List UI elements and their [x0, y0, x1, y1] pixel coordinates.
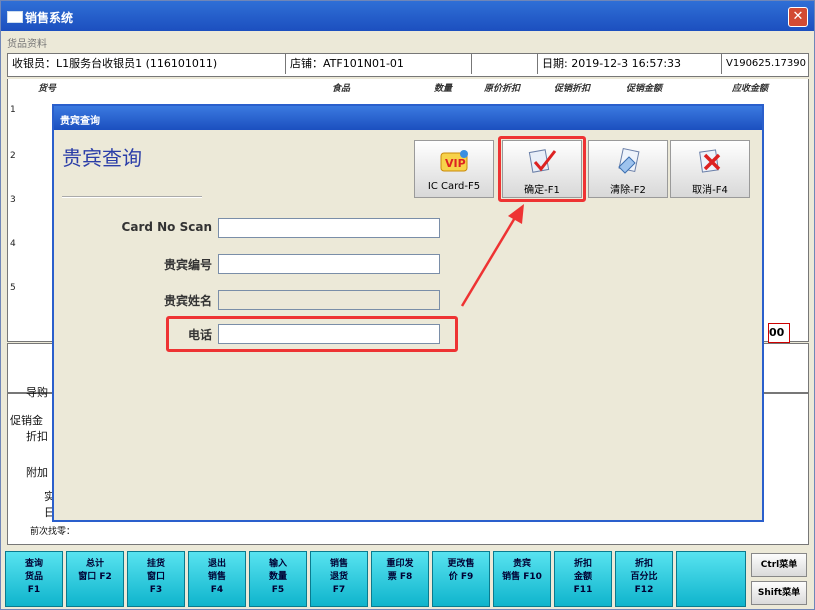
ic-card-button[interactable]: VIP IC Card-F5 [414, 140, 494, 198]
vip-number-input[interactable] [218, 254, 440, 274]
fkey-label: 退货 [329, 572, 348, 582]
fkey-label: 窗口 F2 [78, 572, 112, 582]
fkey-vip-sale[interactable]: 贵宾 销售 F10 [493, 551, 551, 607]
fkey-label: 贵宾 [512, 559, 531, 569]
fkey-label: F7 [332, 585, 346, 595]
fkey-sales-return[interactable]: 销售 退货 F7 [310, 551, 368, 607]
clear-button-label: 清除-F2 [610, 185, 646, 196]
fkey-label: 百分比 [630, 572, 658, 582]
fkey-exit-sale[interactable]: 退出 销售 F4 [188, 551, 246, 607]
info-bar: 收银员：L1服务台收银员1 (116101011) 店铺：ATF101N01-0… [7, 53, 809, 77]
vip-number-label: 贵宾编号 [163, 258, 212, 272]
row-number: 4 [10, 239, 16, 249]
eraser-icon [618, 147, 640, 174]
amount-display: 00 [768, 323, 790, 343]
clear-button[interactable]: 清除-F2 [588, 140, 668, 198]
window-title: 销售系统 [25, 11, 74, 25]
col-qty: 数量 [434, 84, 453, 94]
fkey-label: 挂货 [146, 559, 165, 569]
vip-query-dialog: 贵宾查询 贵宾查询 VIP IC Card-F5 确定-F1 清除-F2 取消-… [52, 104, 764, 522]
fkey-label: F1 [27, 585, 41, 595]
fkey-enter-qty[interactable]: 输入 数量 F5 [249, 551, 307, 607]
vip-name-input [218, 290, 440, 310]
fkey-label: 窗口 [146, 572, 165, 582]
last-change-label: 前次找零： [30, 527, 76, 537]
fkey-blank[interactable] [676, 551, 746, 607]
fkey-label: 更改售 [447, 559, 475, 569]
col-goods: 食品 [332, 84, 351, 94]
card-no-label: Card No Scan [121, 220, 212, 234]
row-number: 3 [10, 195, 16, 205]
dialog-title-bar: 贵宾查询 [54, 106, 762, 130]
fkey-label: 数量 [268, 572, 287, 582]
fkey-total-window[interactable]: 总计 窗口 F2 [66, 551, 124, 607]
col-item-no: 货号 [38, 84, 57, 94]
fkey-label: 票 F8 [387, 572, 413, 582]
fkey-label: 金额 [573, 572, 592, 582]
fkey-label: 销售 F10 [502, 572, 542, 582]
close-button[interactable]: ✕ [788, 7, 808, 27]
column-header: 货号 食品 数量 原价折扣 促销折扣 促销金额 应收金额 [7, 79, 809, 95]
fkey-label: 退出 [207, 559, 226, 569]
col-promo-amount: 促销金额 [626, 84, 663, 94]
cashier-info: 收银员：L1服务台收银员1 (116101011) [8, 54, 286, 74]
fkey-label: 输入 [268, 559, 287, 569]
dialog-heading: 贵宾查询 [62, 146, 142, 170]
fkey-change-price[interactable]: 更改售 价 F9 [432, 551, 490, 607]
confirm-highlight-box [498, 136, 586, 202]
function-key-bar: 查询 货品 F1 总计 窗口 F2 挂货 窗口 F3 退出 销售 F4 输入 数… [5, 551, 811, 607]
row-number: 2 [10, 151, 16, 161]
fkey-discount-amount[interactable]: 折扣 金额 F11 [554, 551, 612, 607]
menu-item-goods[interactable]: 货品资料 [7, 35, 47, 50]
cancel-button-label: 取消-F4 [692, 185, 728, 196]
fkey-label: 折扣 [634, 559, 653, 569]
cancel-button[interactable]: 取消-F4 [670, 140, 750, 198]
svg-text:VIP: VIP [445, 157, 466, 170]
title-bar: 销售系统 ✕ [1, 1, 814, 31]
blank-cell [472, 54, 538, 74]
fkey-label: 查询 [24, 559, 43, 569]
fkey-discount-percent[interactable]: 折扣 百分比 F12 [615, 551, 673, 607]
menu-bar: 货品资料 [1, 31, 814, 51]
fkey-label: F4 [210, 585, 224, 595]
fkey-label: F3 [149, 585, 163, 595]
arrow-icon [460, 204, 524, 307]
fkey-label: 价 F9 [448, 572, 474, 582]
fkey-label: 折扣 [573, 559, 592, 569]
dialog-title: 贵宾查询 [60, 116, 100, 127]
heading-divider [62, 196, 202, 198]
fkey-label: 销售 [207, 572, 226, 582]
col-orig-discount: 原价折扣 [484, 84, 521, 94]
promo-amount-label: 促销金 [10, 414, 43, 427]
fkey-label: F5 [271, 585, 285, 595]
fkey-reprint-invoice[interactable]: 重印发 票 F8 [371, 551, 429, 607]
row-number: 1 [10, 105, 16, 115]
guide-label: 导购 [26, 386, 48, 399]
row-number: 5 [10, 283, 16, 293]
phone-highlight-box [166, 316, 458, 352]
ic-card-button-label: IC Card-F5 [427, 181, 481, 192]
vip-icon: VIP [440, 150, 468, 172]
fkey-label: 货品 [24, 572, 43, 582]
fkey-hold-window[interactable]: 挂货 窗口 F3 [127, 551, 185, 607]
extra-label: 附加 [26, 466, 48, 479]
fkey-label: 重印发 [386, 559, 414, 569]
fkey-query-goods[interactable]: 查询 货品 F1 [5, 551, 63, 607]
card-no-input[interactable] [218, 218, 440, 238]
app-icon [7, 11, 23, 23]
col-receivable: 应收金额 [732, 84, 769, 94]
discount-label: 折扣 [26, 430, 48, 443]
ctrl-menu-button[interactable]: Ctrl菜单 [751, 553, 807, 577]
vip-name-label: 贵宾姓名 [163, 294, 212, 308]
fkey-label: 销售 [329, 559, 348, 569]
date-info: 日期: 2019-12-3 16:57:33 [538, 54, 722, 74]
fkey-label: F11 [573, 585, 593, 595]
version-info: V190625.17390 [726, 58, 807, 69]
fkey-label: F12 [634, 585, 654, 595]
fkey-label: 总计 [85, 559, 104, 569]
shift-menu-button[interactable]: Shift菜单 [751, 581, 807, 605]
col-promo-discount: 促销折扣 [554, 84, 591, 94]
cancel-icon [699, 149, 721, 173]
store-info: 店铺：ATF101N01-01 [286, 54, 472, 74]
